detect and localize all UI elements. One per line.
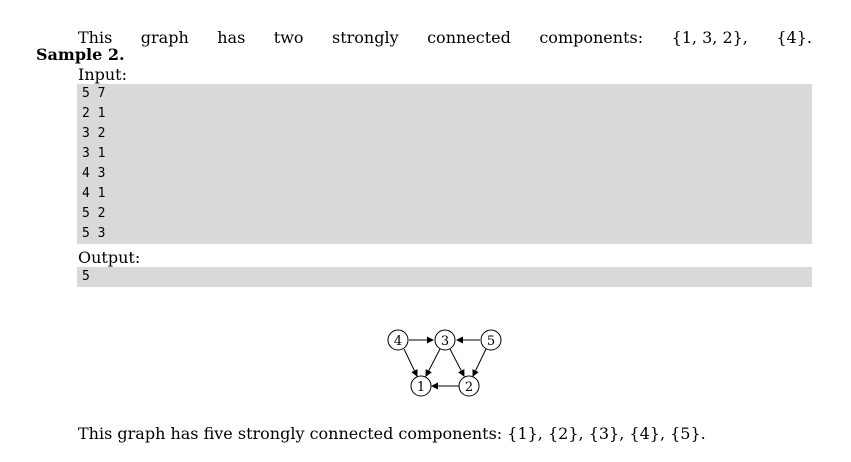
edge-5-2 (472, 348, 487, 377)
input-line: 3 2 (82, 126, 106, 141)
input-label: Input: (78, 65, 127, 84)
sample-title: Sample 2. (36, 45, 125, 64)
edge-3-1 (425, 348, 441, 377)
output-code-block: 5 (77, 267, 812, 287)
intro-word: components: (539, 28, 644, 47)
intro-word: {4}. (776, 28, 812, 47)
intro-word: connected (427, 28, 511, 47)
edge-3-2 (449, 348, 465, 377)
input-line: 4 1 (82, 186, 106, 201)
graph-node-3: 3 (434, 329, 456, 351)
graph-node-5: 5 (480, 329, 502, 351)
svg-text:2: 2 (465, 380, 473, 395)
graph-node-2: 2 (458, 375, 480, 397)
graph-diagram: 4 3 5 1 2 (387, 329, 502, 397)
output-line: 5 (82, 269, 90, 284)
intro-word: graph (140, 28, 189, 47)
input-line: 5 7 (82, 86, 106, 101)
svg-text:1: 1 (417, 380, 425, 395)
intro-word: two (273, 28, 304, 47)
graph-node-1: 1 (410, 375, 432, 397)
svg-text:5: 5 (487, 334, 495, 349)
output-label: Output: (78, 248, 141, 267)
graph-caption: This graph has five strongly connected c… (78, 424, 706, 443)
intro-sentence: This graph has two strongly connected co… (78, 28, 812, 48)
intro-word: strongly (332, 28, 399, 47)
intro-word: {1, 3, 2}, (671, 28, 748, 47)
intro-word: has (217, 28, 246, 47)
input-line: 3 1 (82, 146, 106, 161)
graph-figure: 4 3 5 1 2 (380, 323, 510, 403)
input-code-block: 5 7 2 1 3 2 3 1 4 3 4 1 5 2 5 3 (77, 84, 812, 244)
graph-node-4: 4 (387, 329, 409, 351)
input-line: 5 3 (82, 226, 106, 241)
edge-4-1 (403, 348, 418, 377)
svg-text:3: 3 (441, 334, 449, 349)
input-line: 4 3 (82, 166, 106, 181)
input-line: 2 1 (82, 106, 106, 121)
svg-text:4: 4 (394, 334, 402, 349)
input-line: 5 2 (82, 206, 106, 221)
